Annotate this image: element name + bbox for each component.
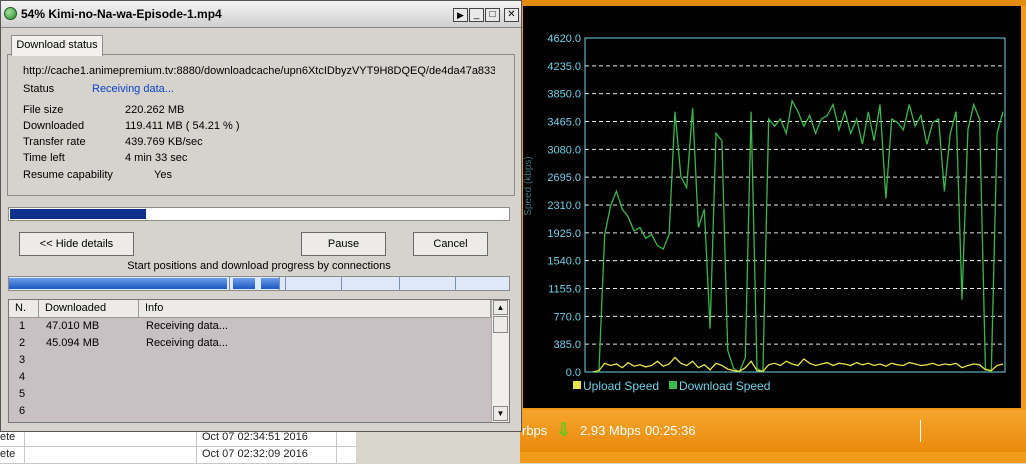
downloaded-value: 119.411 MB ( 54.21 % ): [125, 120, 240, 132]
sheet-cell-date: Oct 07 02:32:09 2016: [202, 448, 308, 460]
scroll-up-arrow-icon[interactable]: ▲: [493, 300, 508, 315]
footer-speed-fragment: rbps: [522, 423, 548, 438]
download-progress-bar: [8, 207, 510, 221]
y-tick-label: 1925.0: [547, 228, 581, 240]
table-header: N. Downloaded Info: [9, 300, 491, 318]
connection-divider: [279, 277, 280, 290]
table-row[interactable]: 5: [9, 386, 491, 403]
row-downloaded: 45.094 MB: [46, 337, 100, 349]
sheet-row: ete Oct 07 02:32:09 2016: [0, 446, 356, 464]
row-info: Receiving data...: [146, 320, 228, 332]
minimize-button[interactable]: _: [469, 8, 484, 22]
y-tick-label: 3850.0: [547, 89, 581, 101]
tab-download-status[interactable]: Download status: [11, 35, 103, 56]
row-number: 6: [19, 405, 26, 417]
file-size-value: 220.262 MB: [125, 104, 185, 116]
time-left-label: Time left: [23, 152, 65, 164]
resume-capability-label: Resume capability: [23, 169, 113, 181]
y-tick-label: 1540.0: [547, 256, 581, 268]
table-row[interactable]: 2 45.094 MB Receiving data...: [9, 335, 491, 352]
y-axis-label: Speed (kbps): [523, 156, 534, 215]
connections-caption: Start positions and download progress by…: [127, 260, 391, 272]
y-tick-label: 770.0: [553, 311, 581, 323]
y-tick-label: 2310.0: [547, 200, 581, 212]
download-url: http://cache1.animepremium.tv:8880/downl…: [23, 65, 495, 77]
row-number: 3: [19, 354, 26, 366]
y-tick-label: 0.0: [566, 367, 581, 379]
column-header-number[interactable]: N.: [9, 300, 39, 317]
table-row[interactable]: 3: [9, 352, 491, 369]
hide-details-button[interactable]: << Hide details: [19, 232, 134, 256]
y-tick-label: 4620.0: [547, 33, 581, 45]
y-tick-label: 3080.0: [547, 144, 581, 156]
row-downloaded: 47.010 MB: [46, 320, 100, 332]
y-tick-label: 3465.0: [547, 117, 581, 129]
pause-button[interactable]: Pause: [301, 232, 386, 256]
connection-segment: [261, 278, 279, 289]
connections-table: N. Downloaded Info 1 47.010 MB Receiving…: [8, 299, 510, 423]
connections-progress-bar: [8, 276, 510, 291]
cancel-button[interactable]: Cancel: [413, 232, 488, 256]
legend-download-swatch: [669, 381, 677, 389]
transfer-rate-label: Transfer rate: [23, 136, 86, 148]
scroll-down-arrow-icon[interactable]: ▼: [493, 406, 508, 421]
status-value: Receiving data...: [92, 83, 174, 95]
footer-download-speed: 2.93 Mbps: [580, 423, 641, 438]
y-tick-label: 1155.0: [548, 284, 581, 296]
transfer-rate-value: 439.769 KB/sec: [125, 136, 203, 148]
connection-divider: [229, 277, 230, 290]
download-speed-line: [593, 98, 1004, 374]
connection-divider: [399, 277, 400, 290]
resume-capability-value: Yes: [154, 169, 172, 181]
row-number: 4: [19, 371, 26, 383]
app-globe-icon: [4, 7, 17, 20]
progress-fill: [10, 209, 146, 219]
close-button[interactable]: ✕: [504, 8, 519, 22]
table-scrollbar[interactable]: ▲ ▼: [491, 300, 509, 422]
table-row[interactable]: 6: [9, 403, 491, 420]
row-number: 1: [19, 320, 26, 332]
footer-separator: [920, 420, 921, 442]
connection-divider: [285, 277, 286, 290]
title-bar[interactable]: 54% Kimi-no-Na-wa-Episode-1.mp4 ▶ _ □ ✕: [1, 1, 521, 28]
speed-chart: 0.0 385.0 770.0 1155.0 1540.0 1925.0 2310.0 269…: [523, 33, 1006, 393]
speed-graph-panel: 0.0 385.0 770.0 1155.0 1540.0 1925.0 2310.0 269…: [523, 6, 1021, 408]
legend-upload-swatch: [573, 381, 581, 389]
table-row[interactable]: 1 47.010 MB Receiving data...: [9, 318, 491, 335]
downloaded-label: Downloaded: [23, 120, 85, 132]
legend-upload-label: Upload Speed: [583, 379, 659, 393]
row-info: Receiving data...: [146, 337, 228, 349]
file-size-label: File size: [23, 104, 64, 116]
table-row[interactable]: 4: [9, 369, 491, 386]
download-arrow-icon: ⇩: [556, 420, 572, 440]
sheet-cell: ete: [0, 431, 16, 443]
y-tick-label: 4235.0: [547, 61, 581, 73]
time-left-value: 4 min 33 sec: [125, 152, 188, 164]
sheet-cell: ete: [0, 448, 16, 460]
column-header-info[interactable]: Info: [139, 300, 491, 317]
sheet-cell-date: Oct 07 02:34:51 2016: [202, 431, 308, 443]
column-header-downloaded[interactable]: Downloaded: [39, 300, 139, 317]
row-number: 5: [19, 388, 26, 400]
connection-divider: [341, 277, 342, 290]
row-number: 2: [19, 337, 26, 349]
window-title: 54% Kimi-no-Na-wa-Episode-1.mp4: [21, 7, 222, 21]
y-tick-label: 385.0: [553, 339, 581, 351]
legend-download-label: Download Speed: [679, 379, 770, 393]
download-dialog: 54% Kimi-no-Na-wa-Episode-1.mp4 ▶ _ □ ✕ …: [0, 0, 522, 432]
upload-speed-line: [592, 356, 1004, 373]
connection-segment: [233, 278, 255, 289]
connection-divider: [455, 277, 456, 290]
maximize-button[interactable]: □: [485, 8, 500, 22]
status-label: Status: [23, 83, 55, 95]
scrollbar-thumb[interactable]: [493, 316, 508, 333]
play-icon[interactable]: ▶: [453, 8, 468, 22]
y-tick-label: 2695.0: [547, 172, 581, 184]
footer-elapsed-time: 00:25:36: [645, 423, 696, 438]
connection-segment: [9, 278, 227, 289]
